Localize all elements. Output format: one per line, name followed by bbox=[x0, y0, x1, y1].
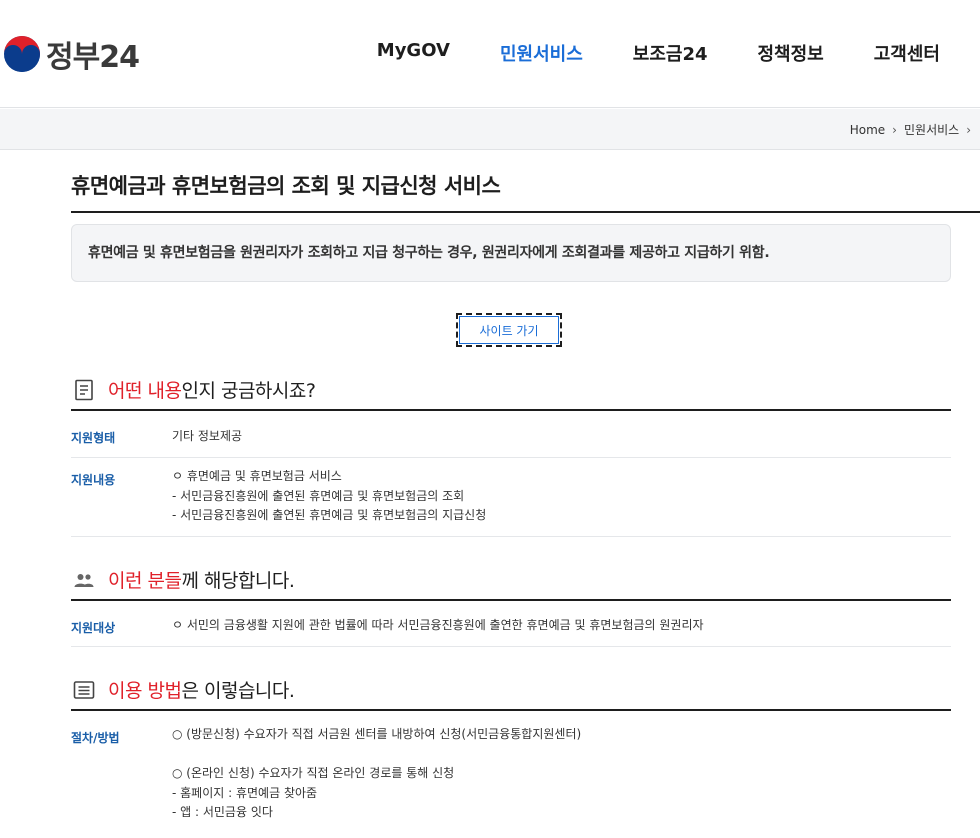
site-header: 정부24 MyGOV 민원서비스 보조금24 정책정보 고객센터 bbox=[0, 0, 980, 108]
row-line: 기타 정보제공 bbox=[172, 429, 243, 443]
list-icon bbox=[73, 680, 95, 699]
service-summary: 휴면예금 및 휴면보험금을 원권리자가 조회하고 지급 청구하는 경우, 원권리… bbox=[71, 224, 951, 282]
section-title: 어떤 내용인지 궁금하시죠? bbox=[108, 376, 316, 403]
row-line: - 서민금융진흥원에 출연된 휴면예금 및 휴면보험금의 지급신청 bbox=[172, 508, 487, 522]
info-row-support-content: 지원내용 ㅇ 휴면예금 및 휴면보험금 서비스 - 서민금융진흥원에 출연된 휴… bbox=[71, 458, 951, 537]
logo-text: 정부24 bbox=[46, 40, 140, 75]
breadcrumb-civil-service[interactable]: 민원서비스 bbox=[904, 121, 959, 138]
breadcrumb: Home › 민원서비스 › bbox=[850, 121, 978, 138]
section-title: 이용 방법은 이렇습니다. bbox=[108, 676, 295, 703]
chevron-right-icon: › bbox=[892, 122, 897, 137]
row-label: 지원형태 bbox=[71, 431, 116, 445]
row-line: - 앱 : 서민금융 잇다 bbox=[172, 805, 273, 819]
row-label: 지원내용 bbox=[71, 473, 116, 487]
info-row-support-type: 지원형태 기타 정보제공 bbox=[71, 411, 951, 458]
section-how-heading: 이용 방법은 이렇습니다. bbox=[72, 676, 295, 703]
chevron-right-icon: › bbox=[966, 122, 971, 137]
nav-policy-info[interactable]: 정책정보 bbox=[758, 40, 824, 66]
section-title-highlight: 어떤 내용 bbox=[108, 380, 182, 402]
row-value: ㅇ 휴면예금 및 휴면보험금 서비스 - 서민금융진흥원에 출연된 휴면예금 및… bbox=[172, 467, 486, 526]
row-line: ㅇ 서민의 금융생활 지원에 관한 법률에 따라 서민금융진흥원에 출연한 휴면… bbox=[172, 618, 704, 632]
title-divider bbox=[71, 211, 980, 213]
row-line: - 홈페이지 : 휴면예금 찾아줌 bbox=[172, 785, 318, 800]
nav-subsidy24[interactable]: 보조금24 bbox=[633, 40, 708, 66]
info-row-procedure: 절차/방법 ○ (방문신청) 수요자가 직접 서금원 센터를 내방하여 신청(서… bbox=[71, 711, 951, 838]
row-label: 절차/방법 bbox=[71, 731, 120, 745]
breadcrumb-bar: Home › 민원서비스 › bbox=[0, 109, 980, 150]
nav-civil-service[interactable]: 민원서비스 bbox=[500, 40, 583, 66]
nav-customer-center[interactable]: 고객센터 bbox=[874, 40, 940, 66]
section-title-rest: 께 해당합니다. bbox=[181, 570, 295, 592]
section-title-rest: 은 이렇습니다. bbox=[181, 680, 295, 702]
row-line: ○ (방문신청) 수요자가 직접 서금원 센터를 내방하여 신청(서민금융통합지… bbox=[172, 727, 582, 741]
site-logo[interactable]: 정부24 bbox=[2, 34, 140, 75]
page-title: 휴면예금과 휴면보험금의 조회 및 지급신청 서비스 bbox=[71, 174, 501, 198]
breadcrumb-home[interactable]: Home bbox=[850, 123, 885, 137]
row-line: ○ (온라인 신청) 수요자가 직접 온라인 경로를 통해 신청 bbox=[172, 766, 455, 780]
row-line: ㅇ 휴면예금 및 휴면보험금 서비스 bbox=[172, 469, 342, 483]
row-spacer bbox=[172, 745, 581, 765]
row-value: ○ (방문신청) 수요자가 직접 서금원 센터를 내방하여 신청(서민금융통합지… bbox=[172, 725, 581, 823]
row-label: 지원대상 bbox=[71, 621, 116, 635]
section-title-highlight: 이런 분들 bbox=[108, 570, 182, 592]
main-nav: MyGOV 민원서비스 보조금24 정책정보 고객센터 bbox=[327, 40, 940, 66]
people-icon bbox=[74, 573, 94, 587]
document-icon bbox=[75, 379, 93, 400]
government-logo-icon bbox=[4, 36, 40, 72]
row-value: 기타 정보제공 bbox=[172, 427, 242, 447]
nav-mygov[interactable]: MyGOV bbox=[377, 40, 450, 66]
section-title-highlight: 이용 방법 bbox=[108, 680, 182, 702]
row-line: - 서민금융진흥원에 출연된 휴면예금 및 휴면보험금의 조회 bbox=[172, 488, 465, 503]
site-go-button[interactable]: 사이트 가기 bbox=[456, 313, 562, 347]
row-value: ㅇ 서민의 금융생활 지원에 관한 법률에 따라 서민금융진흥원에 출연한 휴면… bbox=[172, 616, 704, 636]
section-what-heading: 어떤 내용인지 궁금하시죠? bbox=[72, 376, 316, 403]
section-who-heading: 이런 분들께 해당합니다. bbox=[72, 566, 295, 593]
info-row-target: 지원대상 ㅇ 서민의 금융생활 지원에 관한 법률에 따라 서민금융진흥원에 출… bbox=[71, 601, 951, 647]
section-title-rest: 인지 궁금하시죠? bbox=[181, 380, 316, 402]
section-title: 이런 분들께 해당합니다. bbox=[108, 566, 295, 593]
